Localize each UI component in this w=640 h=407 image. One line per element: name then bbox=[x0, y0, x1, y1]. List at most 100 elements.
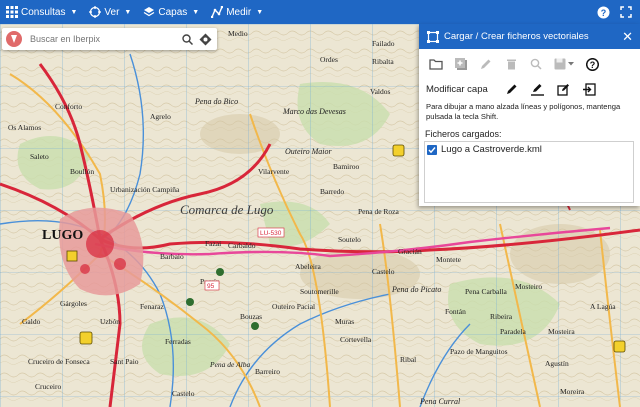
map-label: Agrelo bbox=[150, 112, 171, 121]
road-label: LU-530 bbox=[260, 230, 282, 237]
open-folder-icon[interactable] bbox=[428, 56, 444, 72]
map-label: Urbanización Campiña bbox=[110, 185, 180, 194]
map-label: Gárgoles bbox=[60, 299, 87, 308]
search-bar bbox=[2, 28, 217, 50]
map-label: Pazo de Manguitos bbox=[450, 347, 508, 356]
edit-pencil-icon[interactable] bbox=[478, 56, 494, 72]
caret-down-icon: ▼ bbox=[70, 8, 78, 16]
help-icon[interactable]: ? bbox=[597, 6, 610, 19]
draw-line-icon[interactable] bbox=[530, 81, 546, 97]
map-label: Moreira bbox=[560, 387, 585, 396]
map-label: Cortevella bbox=[340, 335, 372, 344]
file-name: Lugo a Castroverde.kml bbox=[441, 144, 542, 155]
search-input[interactable] bbox=[28, 33, 172, 45]
map-label: Muras bbox=[335, 317, 354, 326]
globe-icon bbox=[89, 6, 102, 18]
checkbox[interactable] bbox=[427, 144, 437, 155]
map-label: Outeiro Maior bbox=[285, 147, 332, 156]
map-label: Saleto bbox=[30, 152, 49, 161]
map-label: Mosteiro bbox=[515, 282, 542, 291]
map-label: Abeleira bbox=[295, 262, 321, 271]
map-label: Agustín bbox=[545, 359, 569, 368]
map-label: Barreiro bbox=[255, 367, 280, 376]
map-label: Conforto bbox=[55, 102, 82, 111]
measure-icon bbox=[211, 6, 224, 18]
iberpix-logo-icon[interactable] bbox=[4, 29, 24, 49]
map-label: Ribal bbox=[400, 355, 416, 364]
search-icon[interactable] bbox=[528, 56, 544, 72]
map-label: Mosteira bbox=[548, 327, 575, 336]
save-icon[interactable] bbox=[553, 56, 575, 72]
close-icon[interactable]: ✕ bbox=[622, 29, 633, 45]
map-label: Paradela bbox=[500, 327, 526, 336]
map-label: Galdo bbox=[22, 317, 41, 326]
menu-medir[interactable]: Medir ▼ bbox=[205, 0, 269, 24]
top-toolbar: Consultas ▼ Ver ▼ Capas ▼ Medir ▼ ? bbox=[0, 0, 640, 24]
edit-geometry-icon[interactable] bbox=[556, 81, 572, 97]
fullscreen-icon[interactable] bbox=[620, 6, 632, 18]
map-label: Pena do Picato bbox=[391, 285, 441, 294]
search-icon[interactable] bbox=[182, 33, 193, 45]
panel-header: Cargar / Crear ficheros vectoriales ✕ bbox=[419, 24, 640, 49]
menu-ver[interactable]: Ver ▼ bbox=[83, 0, 137, 24]
hint-text: Para dibujar a mano alzada líneas y polí… bbox=[426, 102, 621, 121]
map-label: Vilarvente bbox=[258, 167, 290, 176]
list-item[interactable]: Lugo a Castroverde.kml bbox=[425, 142, 633, 157]
map-label: Pena de Roza bbox=[358, 207, 399, 216]
add-layer-icon[interactable] bbox=[453, 56, 469, 72]
map-label: Fazai bbox=[205, 239, 221, 248]
map-label: Fenaraz bbox=[140, 302, 164, 311]
map-label: Cruceiro de Fonseca bbox=[28, 357, 90, 366]
map-label: Ribalta bbox=[372, 57, 394, 66]
map-label: Boullón bbox=[70, 167, 94, 176]
map-label: Failado bbox=[372, 39, 395, 48]
map-label: Ribeira bbox=[490, 312, 513, 321]
map-label: Montete bbox=[436, 255, 462, 264]
loaded-files-label: Ficheros cargados: bbox=[425, 129, 502, 139]
caret-down-icon: ▼ bbox=[256, 8, 264, 16]
map-label: Medio bbox=[228, 29, 248, 38]
map-label: LUGO bbox=[42, 228, 83, 243]
vector-files-panel: Cargar / Crear ficheros vectoriales ✕ ? … bbox=[419, 24, 640, 206]
map-label: Ferradas bbox=[165, 337, 191, 346]
map-label: Pena Curral bbox=[419, 397, 461, 406]
map-label: Comarca de Lugo bbox=[180, 202, 274, 217]
map-label: Castelo bbox=[372, 267, 395, 276]
map-label: Carbaldo bbox=[228, 241, 256, 250]
export-icon[interactable] bbox=[582, 81, 598, 97]
menu-consultas[interactable]: Consultas ▼ bbox=[0, 0, 83, 24]
location-target-icon[interactable] bbox=[199, 33, 212, 46]
map-label: Soutomerille bbox=[300, 287, 339, 296]
caret-down-icon: ▼ bbox=[192, 8, 200, 16]
map-label: Barredo bbox=[320, 187, 344, 196]
menu-capas[interactable]: Capas ▼ bbox=[137, 0, 205, 24]
map-label: Os Alamos bbox=[8, 123, 41, 132]
caret-down-icon: ▼ bbox=[124, 8, 132, 16]
map-label: Pena de Alba bbox=[209, 360, 251, 369]
map-label: Valdos bbox=[370, 87, 390, 96]
menu-capas-label: Capas bbox=[158, 6, 188, 18]
map-label: Marco das Devesas bbox=[282, 107, 346, 116]
map-label: Soutelo bbox=[338, 235, 361, 244]
draw-pencil-icon[interactable] bbox=[504, 81, 520, 97]
grid-icon bbox=[6, 6, 18, 18]
panel-toolbar: ? bbox=[419, 49, 640, 79]
svg-text:?: ? bbox=[601, 8, 607, 18]
delete-icon[interactable] bbox=[503, 56, 519, 72]
map-label: Castelo bbox=[172, 389, 195, 398]
map-label: Sant Paio bbox=[110, 357, 139, 366]
map-label: Outeiro Pacial bbox=[272, 302, 315, 311]
map-label: Bouzas bbox=[240, 312, 262, 321]
map-label: Gracián bbox=[398, 247, 422, 256]
menu-consultas-label: Consultas bbox=[21, 6, 66, 18]
map-label: Pena Carballa bbox=[465, 287, 508, 296]
road-number: 95 bbox=[207, 283, 215, 290]
map-label: Ordes bbox=[320, 55, 338, 64]
menu-medir-label: Medir bbox=[226, 6, 252, 18]
svg-text:?: ? bbox=[589, 60, 595, 70]
help-icon[interactable]: ? bbox=[584, 56, 600, 72]
loaded-files-list: Lugo a Castroverde.kml bbox=[424, 141, 634, 203]
map-label: A Lagúa bbox=[590, 302, 616, 311]
map-label: Pena do Bico bbox=[194, 97, 238, 106]
modify-layer-row: Modificar capa bbox=[419, 79, 640, 99]
